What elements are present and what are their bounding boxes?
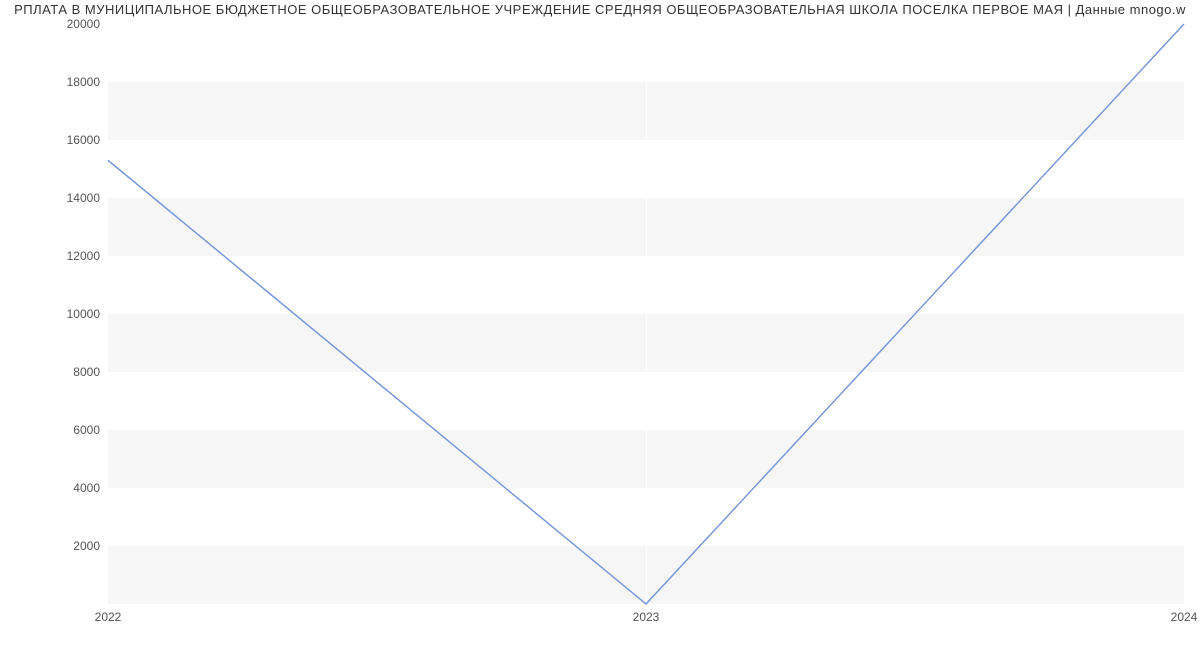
y-tick-label: 2000 bbox=[10, 539, 100, 553]
y-tick-label: 16000 bbox=[10, 133, 100, 147]
chart-title: РПЛАТА В МУНИЦИПАЛЬНОЕ БЮДЖЕТНОЕ ОБЩЕОБР… bbox=[0, 2, 1200, 17]
y-tick-label: 8000 bbox=[10, 365, 100, 379]
plot-area bbox=[108, 24, 1184, 604]
x-tick-label: 2024 bbox=[1171, 610, 1198, 624]
y-tick-label: 4000 bbox=[10, 481, 100, 495]
y-tick-label: 12000 bbox=[10, 249, 100, 263]
line-series bbox=[108, 24, 1184, 604]
x-tick-label: 2022 bbox=[95, 610, 122, 624]
y-tick-label: 10000 bbox=[10, 307, 100, 321]
y-tick-label: 14000 bbox=[10, 191, 100, 205]
y-tick-label: 6000 bbox=[10, 423, 100, 437]
y-tick-label: 20000 bbox=[10, 17, 100, 31]
x-tick-label: 2023 bbox=[633, 610, 660, 624]
y-tick-label: 18000 bbox=[10, 75, 100, 89]
